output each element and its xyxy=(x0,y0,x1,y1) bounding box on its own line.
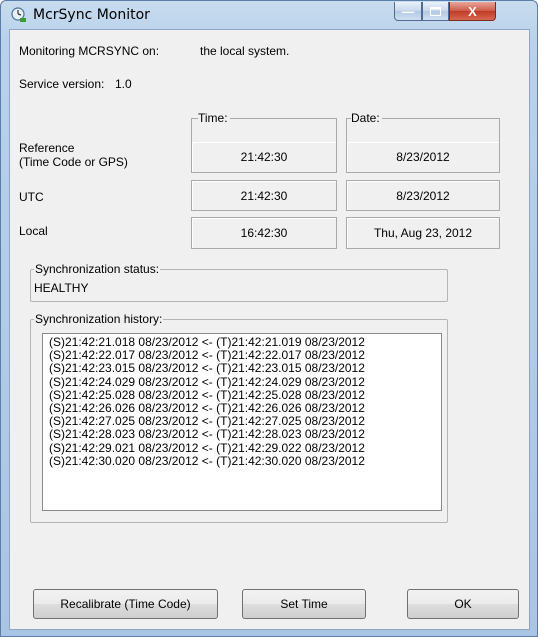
reference-sublabel: (Time Code or GPS) xyxy=(19,155,128,169)
local-time-value: 16:42:30 xyxy=(240,226,288,240)
service-version-label: Service version: xyxy=(19,77,105,91)
sync-history-list[interactable]: (S)21:42:21.018 08/23/2012 <- (T)21:42:2… xyxy=(42,333,442,511)
local-date-value: Thu, Aug 23, 2012 xyxy=(373,226,473,240)
dialog-client-area: Monitoring MCRSYNC on: the local system.… xyxy=(9,29,530,630)
recalibrate-button[interactable]: Recalibrate (Time Code) xyxy=(33,589,218,619)
sync-history-label: Synchronization history: xyxy=(34,312,164,326)
minimize-icon: — xyxy=(401,3,415,19)
maximize-button[interactable] xyxy=(422,2,449,21)
sync-status-value: HEALTHY xyxy=(34,281,89,295)
title-bar[interactable]: McrSync Monitor — X xyxy=(1,1,537,29)
reference-label: Reference xyxy=(19,141,75,155)
history-entry: (S)21:42:30.020 08/23/2012 <- (T)21:42:3… xyxy=(49,453,365,468)
history-entry: (S)21:42:24.029 08/23/2012 <- (T)21:42:2… xyxy=(49,374,365,389)
utc-time-field: 21:42:30 xyxy=(191,180,337,211)
reference-date-value: 8/23/2012 xyxy=(396,150,450,164)
utc-label: UTC xyxy=(19,190,44,204)
service-version-value: 1.0 xyxy=(115,77,132,91)
window-title: McrSync Monitor xyxy=(33,7,150,23)
minimize-button[interactable]: — xyxy=(394,2,422,21)
sync-status-label: Synchronization status: xyxy=(34,262,161,276)
monitoring-label: Monitoring MCRSYNC on: xyxy=(19,44,160,58)
local-time-field: 16:42:30 xyxy=(191,217,337,249)
history-entry: (S)21:42:28.023 08/23/2012 <- (T)21:42:2… xyxy=(49,427,365,442)
local-date-field: Thu, Aug 23, 2012 xyxy=(346,217,500,249)
monitoring-value: the local system. xyxy=(200,44,290,58)
history-entry: (S)21:42:23.015 08/23/2012 <- (T)21:42:2… xyxy=(49,361,365,376)
time-column-header-overlay: Time: xyxy=(198,111,230,125)
utc-date-field: 8/23/2012 xyxy=(346,180,500,211)
date-column-header-overlay: Date: xyxy=(351,111,382,125)
maximize-icon xyxy=(423,2,448,20)
close-icon: X xyxy=(468,3,477,19)
close-button[interactable]: X xyxy=(449,2,496,21)
reference-time-value: 21:42:30 xyxy=(240,150,288,164)
reference-date-field: 8/23/2012 xyxy=(346,141,500,173)
set-time-button[interactable]: Set Time xyxy=(242,589,366,619)
clock-sync-icon xyxy=(11,7,27,23)
ok-button[interactable]: OK xyxy=(407,589,519,619)
utc-date-value: 8/23/2012 xyxy=(396,188,450,203)
history-entry: (S)21:42:29.021 08/23/2012 <- (T)21:42:2… xyxy=(49,440,365,455)
local-label: Local xyxy=(19,224,48,238)
window-frame: McrSync Monitor — X Monitoring MCRSYNC o… xyxy=(0,0,538,637)
reference-time-field: 21:42:30 xyxy=(191,141,337,173)
utc-time-value: 21:42:30 xyxy=(240,188,288,203)
